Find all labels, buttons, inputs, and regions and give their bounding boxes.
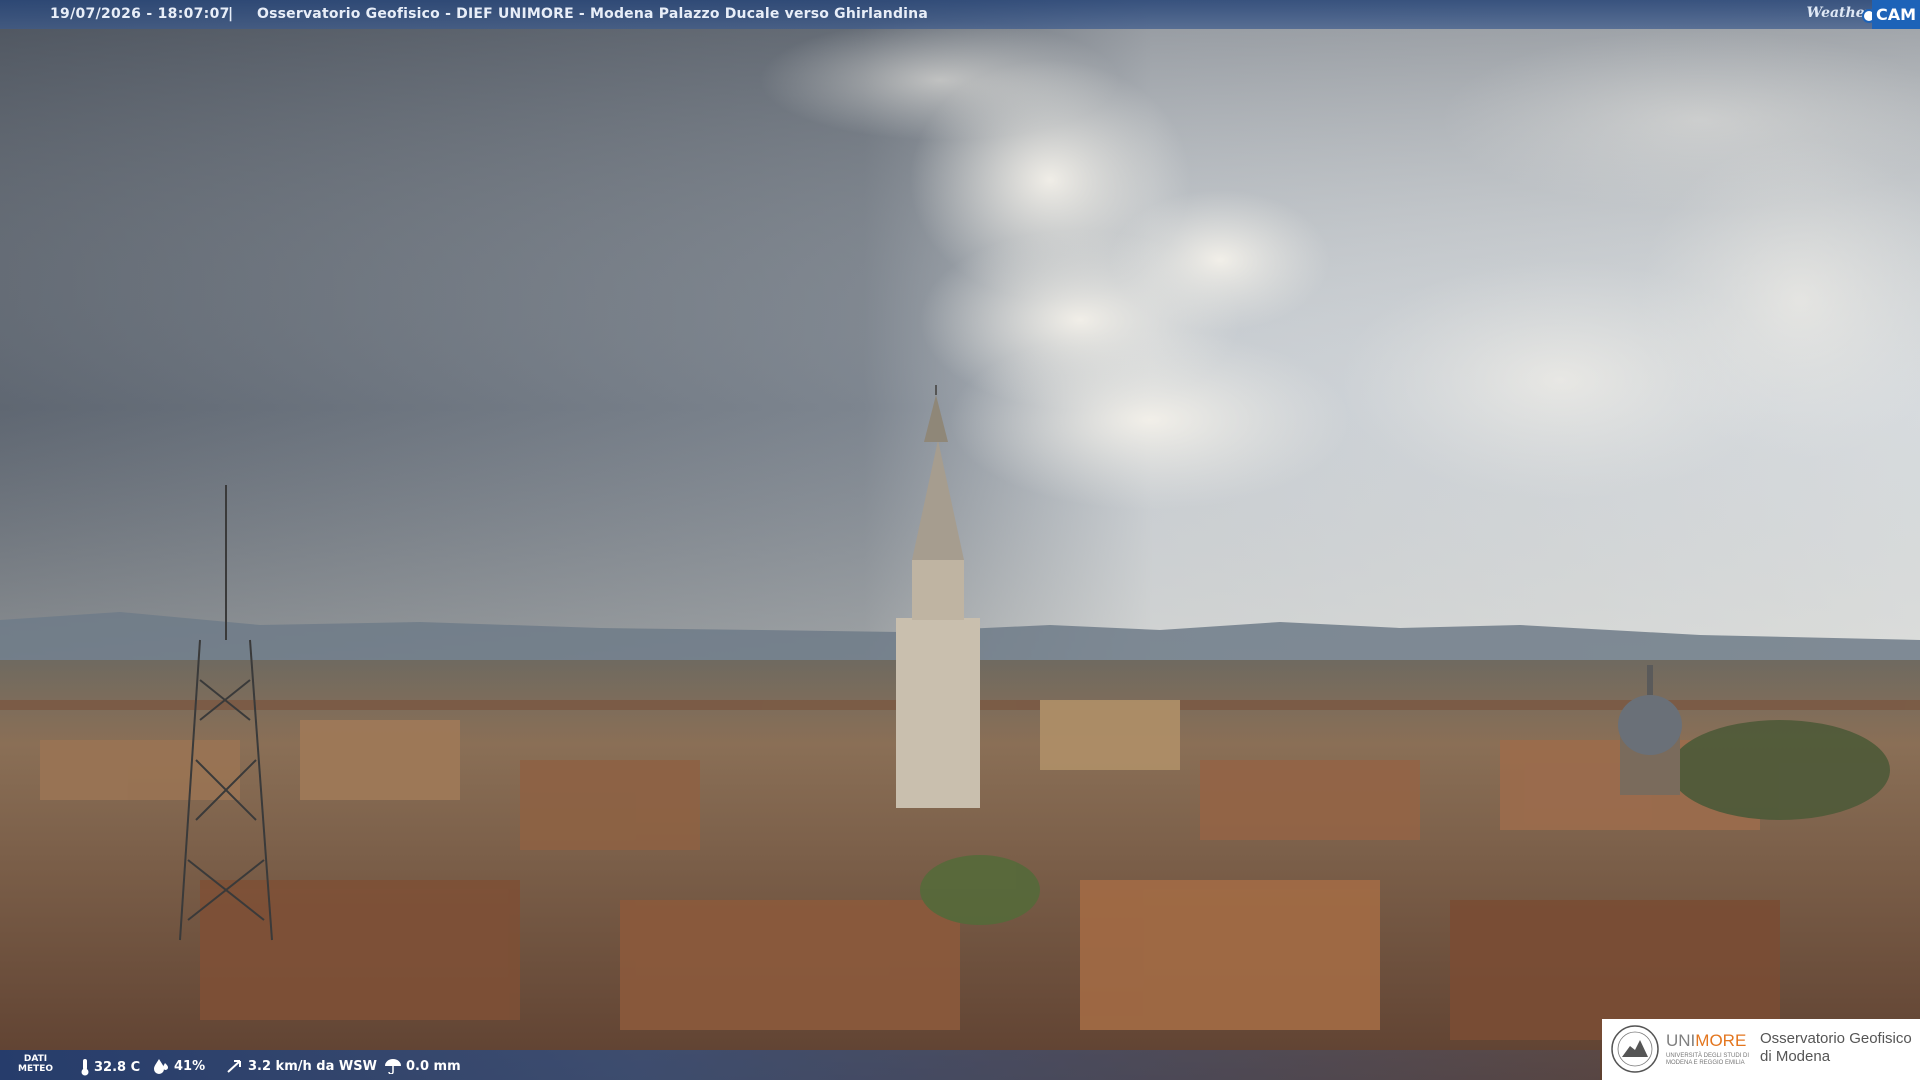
umbrella-icon — [385, 1059, 401, 1074]
university-seal-icon — [1611, 1025, 1659, 1073]
wind-reading: 3.2 km/h da WSW — [226, 1058, 377, 1074]
timestamp: 19/07/2026 - 18:07:07 — [50, 6, 230, 22]
wind-arrow-icon — [227, 1060, 241, 1073]
camera-title: Osservatorio Geofisico - DIEF UNIMORE - … — [257, 6, 928, 22]
wind-value: 3.2 km/h da WSW — [248, 1058, 377, 1074]
rain-reading: 0.0 mm — [384, 1058, 461, 1074]
unimore-logo-panel: UNIMORE UNIVERSITÀ DEGLI STUDI DI MODENA… — [1602, 1019, 1920, 1080]
thermometer-icon — [81, 1059, 89, 1076]
weathercam-logo: Weather CAM — [1807, 0, 1920, 29]
observatory-name: Osservatorio Geofisico di Modena — [1760, 1030, 1912, 1065]
cam-text: CAM — [1872, 0, 1920, 29]
humidity-value: 41% — [174, 1058, 206, 1074]
overlay-top-bar: 19/07/2026 - 18:07:07 | Osservatorio Geo… — [0, 0, 1920, 29]
rain-value: 0.0 mm — [406, 1058, 461, 1074]
separator: | — [228, 6, 234, 22]
temperature-reading: 32.8 C — [80, 1058, 140, 1076]
university-name: UNIVERSITÀ DEGLI STUDI DI MODENA E REGGI… — [1666, 1053, 1750, 1066]
humidity-drop-icon — [154, 1059, 168, 1074]
meteo-data-bar: DATI METEO 32.8 C 41% 3.2 km/h da WSW 0.… — [0, 1050, 1600, 1080]
humidity-reading: 41% — [152, 1058, 205, 1074]
temperature-value: 32.8 C — [94, 1059, 141, 1075]
webcam-scene — [0, 0, 1920, 1080]
meteo-label: DATI METEO — [18, 1054, 54, 1074]
unimore-wordmark: UNIMORE — [1666, 1031, 1747, 1050]
